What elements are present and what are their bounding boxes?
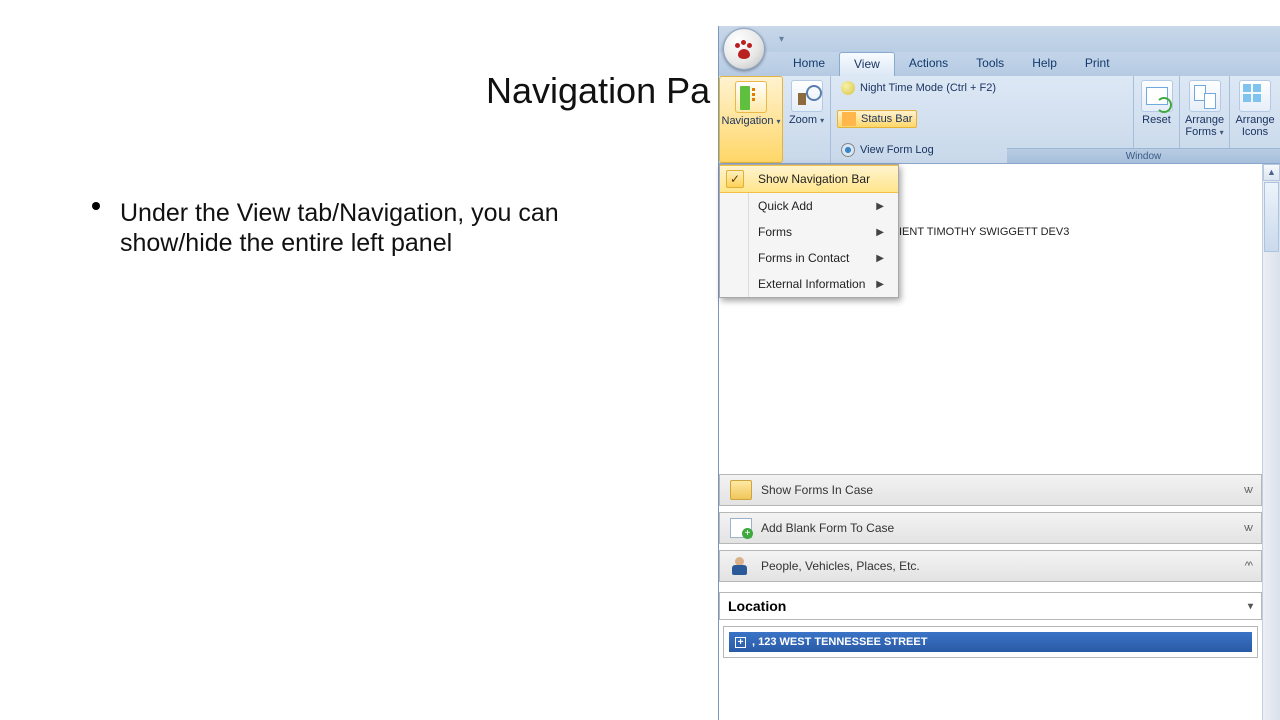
- scroll-thumb[interactable]: [1264, 182, 1279, 252]
- status-bar-icon: [842, 112, 856, 126]
- zoom-icon: [791, 80, 823, 112]
- ribbon-group-label-window: Window: [1007, 148, 1280, 163]
- quick-access-toolbar[interactable]: ▾: [779, 34, 784, 45]
- arrange-forms-icon: [1189, 80, 1221, 112]
- tab-home[interactable]: Home: [779, 52, 839, 76]
- expand-plus-icon[interactable]: +: [735, 637, 746, 648]
- tab-print[interactable]: Print: [1071, 52, 1124, 76]
- navigation-icon: [735, 81, 767, 113]
- ribbon-tabs: Home View Actions Tools Help Print: [719, 52, 1280, 76]
- case-header-fragment: IENT TIMOTHY SWIGGETT DEV3: [899, 226, 1254, 238]
- paw-icon: [732, 37, 756, 61]
- submenu-arrow-icon: ▶: [876, 227, 884, 238]
- menu-show-navigation-bar[interactable]: ✓ Show Navigation Bar: [720, 165, 898, 193]
- menu-quick-add[interactable]: Quick Add▶: [720, 193, 898, 219]
- slide-bullet: Under the View tab/Navigation, you can s…: [92, 198, 640, 258]
- submenu-arrow-icon: ▶: [876, 201, 884, 212]
- panel-add-blank-form[interactable]: Add Blank Form To Case vv: [719, 512, 1262, 544]
- chevron-down-icon: ▾: [820, 116, 824, 125]
- menu-external-information[interactable]: External Information▶: [720, 271, 898, 297]
- navigation-dropdown: ✓ Show Navigation Bar Quick Add▶ Forms▶ …: [719, 164, 899, 298]
- page-title: Navigation Pa: [486, 70, 710, 112]
- arrange-icons-icon: [1239, 80, 1271, 112]
- person-icon: [730, 556, 752, 576]
- ribbon-navigation-button[interactable]: Navigation▾: [719, 76, 783, 163]
- moon-icon: [841, 81, 855, 95]
- title-bar: ▾: [719, 26, 1280, 52]
- menu-forms-in-contact[interactable]: Forms in Contact▶: [720, 245, 898, 271]
- chevron-down-icon: ▾: [776, 117, 780, 126]
- submenu-arrow-icon: ▶: [876, 279, 884, 290]
- panel-show-forms-in-case[interactable]: Show Forms In Case vv: [719, 474, 1262, 506]
- tab-help[interactable]: Help: [1018, 52, 1071, 76]
- tab-actions[interactable]: Actions: [895, 52, 962, 76]
- chevron-down-icon: ▾: [1220, 128, 1224, 137]
- submenu-arrow-icon: ▶: [876, 253, 884, 264]
- app-menu-orb[interactable]: [723, 28, 765, 70]
- collapse-icon[interactable]: ^^: [1245, 560, 1251, 572]
- expand-icon[interactable]: vv: [1244, 522, 1251, 534]
- vertical-scrollbar[interactable]: ▲: [1262, 164, 1280, 720]
- dropdown-icon[interactable]: ▾: [1248, 601, 1253, 612]
- check-icon: ✓: [726, 170, 744, 188]
- location-header[interactable]: Location ▾: [719, 592, 1262, 620]
- night-mode-button[interactable]: Night Time Mode (Ctrl + F2): [837, 80, 1000, 96]
- eye-icon: [841, 143, 855, 157]
- panel-people-vehicles[interactable]: People, Vehicles, Places, Etc. ^^: [719, 550, 1262, 582]
- scroll-up-icon[interactable]: ▲: [1263, 164, 1280, 181]
- view-form-log-button[interactable]: View Form Log: [837, 142, 938, 158]
- tab-tools[interactable]: Tools: [962, 52, 1018, 76]
- app-window: ▾ Home View Actions Tools Help Print Nav…: [718, 26, 1280, 720]
- folder-icon: [730, 480, 752, 500]
- location-item[interactable]: + , 123 WEST TENNESSEE STREET: [723, 626, 1258, 658]
- ribbon-zoom-button[interactable]: Zoom▾: [783, 76, 831, 163]
- side-panels: Show Forms In Case vv Add Blank Form To …: [719, 468, 1262, 658]
- ribbon: Navigation▾ Zoom▾ Night Time Mode (Ctrl …: [719, 76, 1280, 164]
- expand-icon[interactable]: vv: [1244, 484, 1251, 496]
- status-bar-toggle[interactable]: Status Bar: [837, 110, 917, 128]
- menu-forms[interactable]: Forms▶: [720, 219, 898, 245]
- reset-icon: [1141, 80, 1173, 112]
- qat-dropdown-icon[interactable]: ▾: [779, 34, 784, 45]
- tab-view[interactable]: View: [839, 52, 895, 76]
- add-page-icon: [730, 518, 752, 538]
